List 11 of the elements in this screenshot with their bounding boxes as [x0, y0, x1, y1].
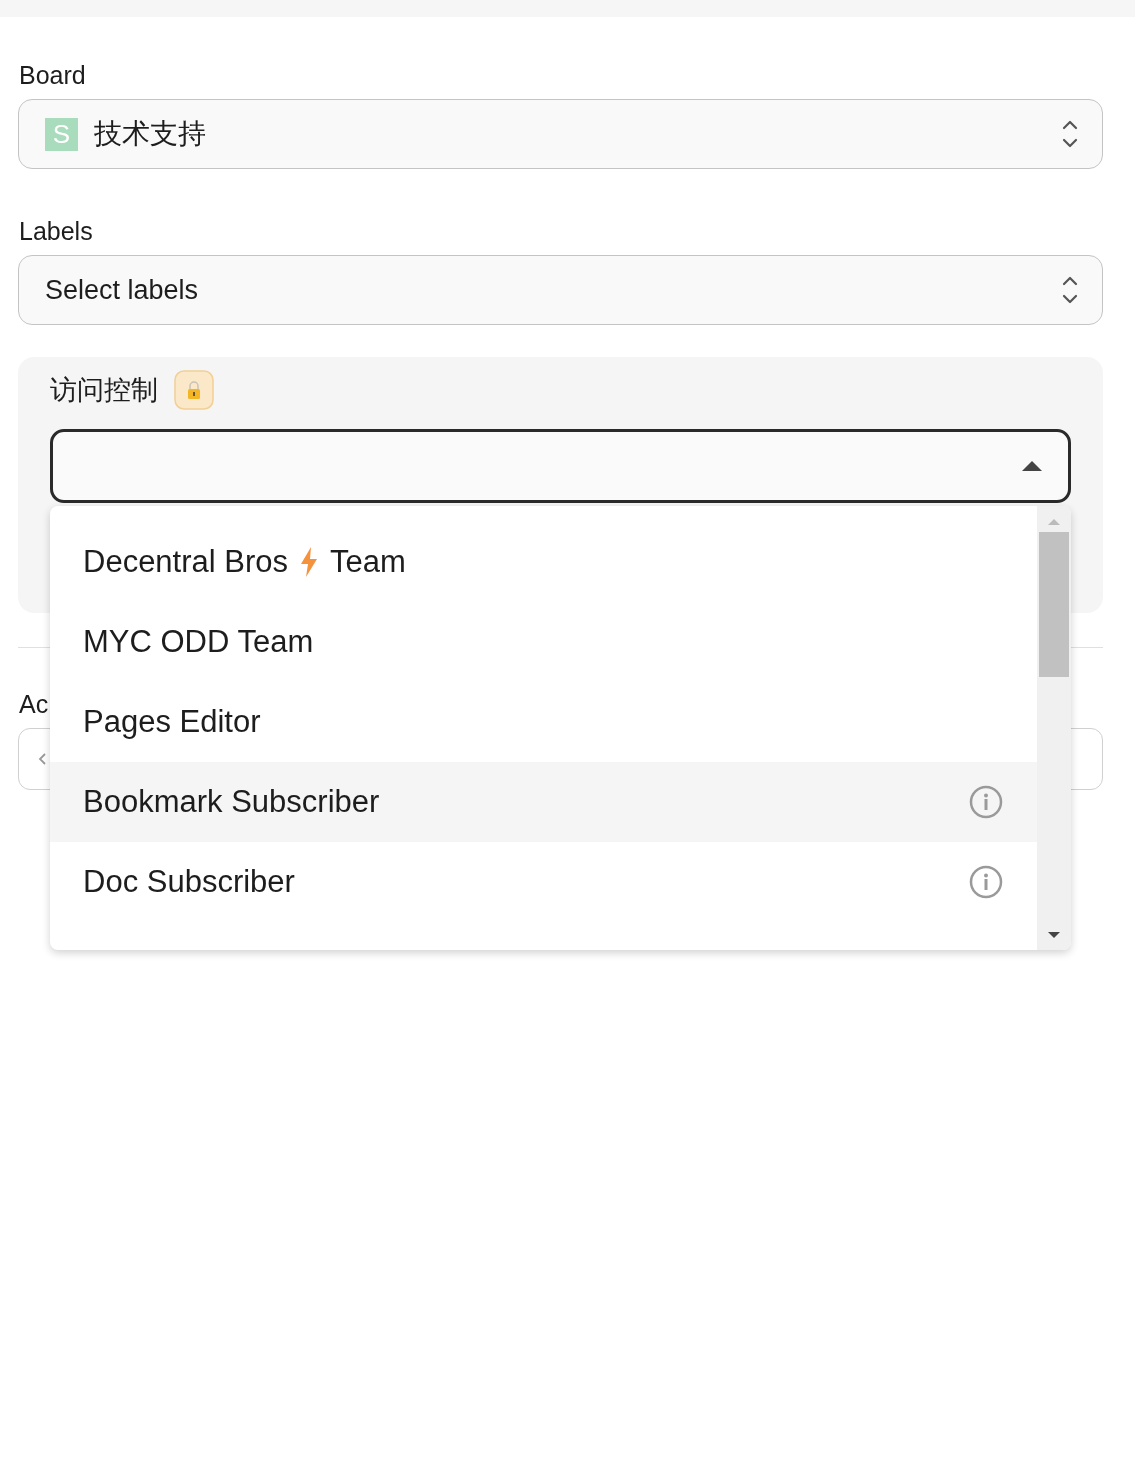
option-label: Team	[330, 544, 406, 580]
section-title: 访问控制	[50, 373, 158, 407]
option-label: Decentral Bros	[83, 544, 289, 580]
option-label: Doc Subscriber	[83, 864, 295, 900]
field-label: Labels	[18, 216, 93, 247]
field-label: Ac	[18, 689, 49, 720]
option-label: MYC ODD Team	[83, 624, 314, 660]
board-badge: S	[45, 117, 78, 151]
option-label: Bookmark Subscriber	[83, 784, 380, 820]
option-label: Pages Editor	[83, 704, 261, 740]
field-label: Board	[18, 60, 86, 91]
